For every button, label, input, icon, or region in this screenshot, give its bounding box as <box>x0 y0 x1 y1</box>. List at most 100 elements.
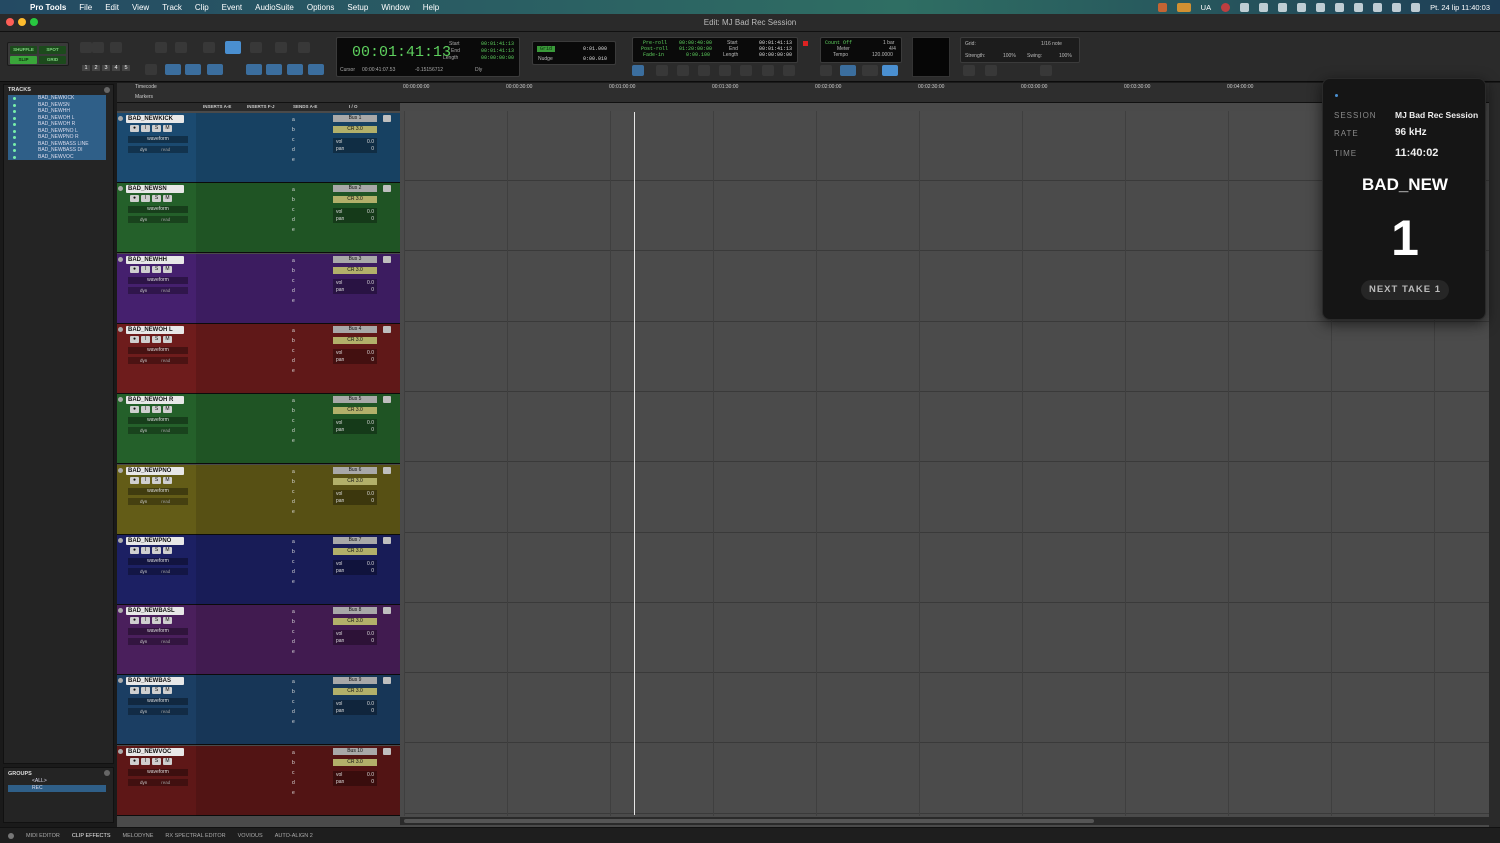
menu-edit[interactable]: Edit <box>105 3 119 12</box>
track-header[interactable]: BAD_NEWBAS ● I S Mwaveform dyn read a b c d e Bus 9C… <box>117 675 400 746</box>
quantize-icon[interactable] <box>963 65 975 76</box>
output-selector[interactable]: CR 3.0 <box>333 407 377 415</box>
send-slot[interactable]: e <box>292 155 297 165</box>
solo-button[interactable]: S <box>152 617 161 625</box>
send-slot[interactable]: a <box>292 326 297 336</box>
pencil-tool-icon[interactable] <box>298 42 310 53</box>
inserts-ae-header[interactable]: INSERTS A-E <box>203 104 231 109</box>
volume-pan[interactable]: vol 0.0 pan 0 <box>333 630 377 646</box>
pan-value[interactable]: 0 <box>371 216 374 223</box>
track-header[interactable]: BAD_NEWKICK ● I S Mwaveform dyn read a b c d e Bus 1… <box>117 113 400 183</box>
zoom-preset-1[interactable]: 1 <box>82 65 90 71</box>
pan-value[interactable]: 0 <box>371 427 374 434</box>
send-slot[interactable]: b <box>292 617 297 627</box>
output-selector[interactable]: CR 3.0 <box>333 547 377 555</box>
sel-end-value[interactable]: 00:01:41:13 <box>481 48 514 54</box>
track-record-icon[interactable] <box>118 326 123 332</box>
input-selector[interactable]: Bus 4 <box>333 325 377 333</box>
track-header[interactable]: BAD_NEWSN ● I S Mwaveform dyn read a b c d e Bus 2 CR… <box>117 183 400 254</box>
send-slot[interactable]: c <box>292 416 297 426</box>
pan-value[interactable]: 0 <box>371 287 374 294</box>
record-arm-button[interactable]: ● <box>130 757 139 765</box>
io-header[interactable]: I / O <box>349 104 358 109</box>
transport-length-value[interactable]: 00:00:00:00 <box>759 52 792 58</box>
menu-setup[interactable]: Setup <box>347 3 368 12</box>
menu-track[interactable]: Track <box>162 3 182 12</box>
solo-button[interactable]: S <box>152 335 161 343</box>
volume-pan[interactable]: vol 0.0 pan 0 <box>333 278 377 294</box>
snap-icon[interactable] <box>287 64 303 75</box>
send-slot[interactable]: c <box>292 557 297 567</box>
mute-button[interactable]: M <box>163 757 172 765</box>
send-slot[interactable]: e <box>292 788 297 798</box>
online-icon[interactable] <box>632 65 644 76</box>
status-icon[interactable] <box>1278 2 1288 12</box>
automation-mode[interactable]: dyn read <box>128 286 188 294</box>
input-monitor-button[interactable]: I <box>141 125 150 132</box>
play-loop-icon[interactable] <box>762 65 774 76</box>
send-slot[interactable]: c <box>292 627 297 637</box>
track-name[interactable]: BAD_NEWHH <box>126 255 184 264</box>
pan-value[interactable]: 0 <box>371 357 374 364</box>
status-icon[interactable] <box>1316 2 1326 12</box>
track-name[interactable]: BAD_NEWSN <box>126 185 184 194</box>
solo-button[interactable]: S <box>152 687 161 695</box>
track-name[interactable]: BAD_NEWBAS <box>126 677 184 686</box>
output-selector[interactable]: CR 3.0 <box>333 336 377 344</box>
track-side-button[interactable] <box>383 466 391 474</box>
tab-melodyne[interactable]: MELODYNE <box>123 833 154 839</box>
output-selector[interactable]: CR 3.0 <box>333 758 377 766</box>
send-slots[interactable]: abcde <box>292 677 297 727</box>
send-slot[interactable]: c <box>292 135 297 145</box>
volume-icon[interactable] <box>1335 2 1345 12</box>
track-side-button[interactable] <box>383 747 391 755</box>
volume-pan[interactable]: vol 0.0 pan 0 <box>333 138 377 153</box>
zoomer-tool-icon[interactable] <box>175 42 187 53</box>
screen-record-icon[interactable] <box>1157 2 1167 12</box>
input-selector[interactable]: Bus 1 <box>333 115 377 122</box>
track-header[interactable]: BAD_NEWBASL ● I S Mwaveform dyn read a b c d e Bus 8… <box>117 605 400 676</box>
pan-value[interactable]: 0 <box>371 708 374 715</box>
zoom-preset-4[interactable]: 4 <box>112 65 120 71</box>
close-window-button[interactable] <box>6 18 14 26</box>
automation-mode[interactable]: dyn read <box>128 216 188 224</box>
menu-window[interactable]: Window <box>381 3 409 12</box>
send-slot[interactable]: e <box>292 366 297 376</box>
track-name[interactable]: BAD_NEWPNO <box>126 536 184 545</box>
menu-help[interactable]: Help <box>423 3 439 12</box>
automation-mode[interactable]: dyn read <box>128 567 188 575</box>
menu-audiosuite[interactable]: AudioSuite <box>255 3 294 12</box>
fadein-value[interactable]: 0:00.100 <box>686 52 710 58</box>
track-view-selector[interactable]: waveform <box>128 768 188 776</box>
grid-label[interactable]: Grid <box>537 46 556 52</box>
input-monitor-button[interactable]: I <box>141 757 150 765</box>
send-slot[interactable]: b <box>292 758 297 768</box>
grabber-hand-icon[interactable] <box>250 42 262 53</box>
track-name[interactable]: BAD_NEWOH R <box>126 396 184 405</box>
solo-button[interactable]: S <box>152 195 161 203</box>
track-view-selector[interactable]: waveform <box>128 136 188 143</box>
status-icon[interactable] <box>1240 2 1250 12</box>
send-slot[interactable]: e <box>292 296 297 306</box>
output-selector[interactable]: CR 3.0 <box>333 266 377 274</box>
nudge-label[interactable]: Nudge <box>538 56 553 62</box>
track-side-button[interactable] <box>383 607 391 615</box>
sends-ae-header[interactable]: SENDS A-E <box>293 104 317 109</box>
vol-value[interactable]: 0.0 <box>367 491 374 498</box>
send-slots[interactable]: abcde <box>292 396 297 446</box>
track-side-button[interactable] <box>383 325 391 333</box>
solo-button[interactable]: S <box>152 476 161 484</box>
next-take-button[interactable]: NEXT TAKE 1 <box>1361 280 1449 300</box>
gear-icon[interactable] <box>1040 65 1052 76</box>
send-slot[interactable]: d <box>292 567 297 577</box>
send-slot[interactable]: c <box>292 697 297 707</box>
menu-clip[interactable]: Clip <box>195 3 209 12</box>
pan-value[interactable]: 0 <box>371 498 374 505</box>
grid-value[interactable]: 0:01.000 <box>583 46 607 52</box>
track-header[interactable]: BAD_NEWOH L ● I S Mwaveform dyn read a b c d e Bus 4… <box>117 323 400 394</box>
send-slot[interactable]: b <box>292 547 297 557</box>
record-arm-button[interactable]: ● <box>130 617 139 625</box>
send-slot[interactable]: a <box>292 677 297 687</box>
input-monitor-button[interactable]: I <box>141 476 150 484</box>
link-track-icon[interactable] <box>185 64 201 75</box>
